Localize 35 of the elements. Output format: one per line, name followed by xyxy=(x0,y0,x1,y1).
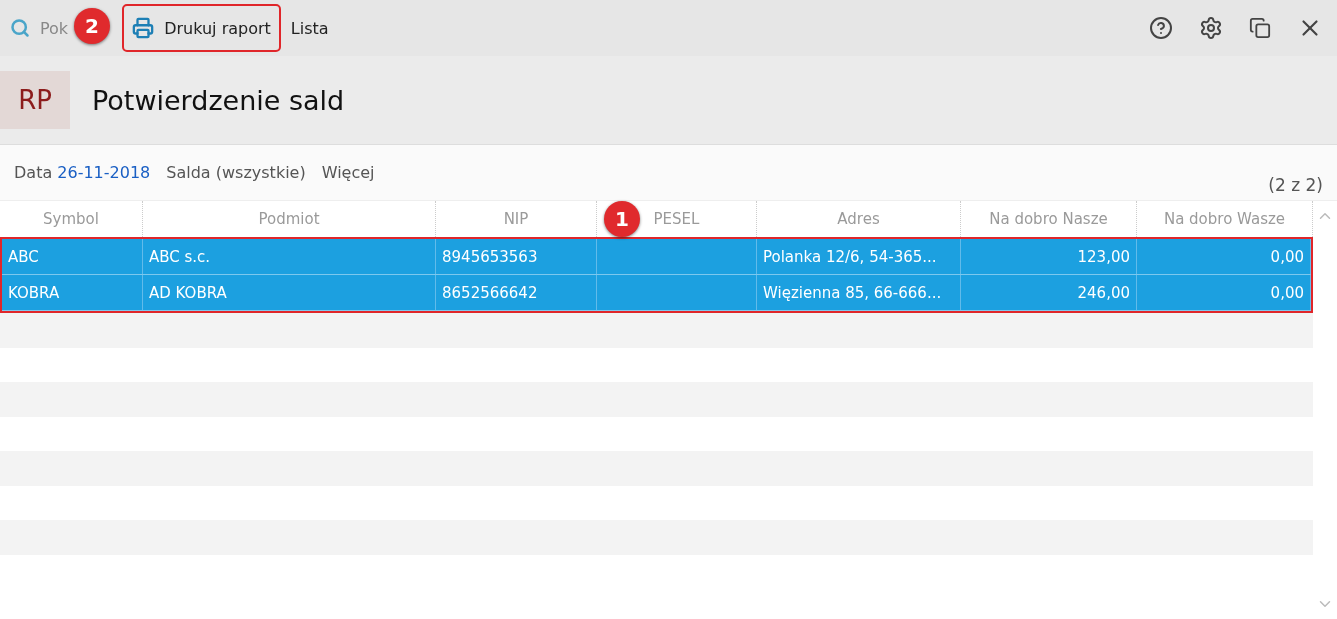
column-header[interactable]: Adres xyxy=(757,201,961,237)
column-header[interactable]: Na dobro Wasze xyxy=(1137,201,1313,237)
column-header[interactable]: Podmiot xyxy=(143,201,436,237)
table-cell: 0,00 xyxy=(1137,275,1311,310)
table-cell: 246,00 xyxy=(961,275,1137,310)
record-count: (2 z 2) xyxy=(1268,175,1323,195)
column-header[interactable]: NIP xyxy=(436,201,597,237)
page-title: Potwierdzenie sald xyxy=(92,84,345,116)
table-cell: 8945653563 xyxy=(436,239,597,274)
print-report-button[interactable]: Drukuj raport xyxy=(122,4,281,52)
table-row[interactable]: KOBRA AD KOBRA 8652566642 Więzienna 85, 66-666... 246,00 0,00 xyxy=(2,275,1311,311)
list-button[interactable]: Lista xyxy=(290,18,329,38)
search-label[interactable]: Pok xyxy=(40,18,69,38)
column-header[interactable]: Na dobro Nasze xyxy=(961,201,1137,237)
restore-button[interactable] xyxy=(1249,17,1271,39)
table-cell: 123,00 xyxy=(961,239,1137,274)
table-cell: AD KOBRA xyxy=(143,275,436,310)
table-cell: 0,00 xyxy=(1137,239,1311,274)
table-cell: ABC s.c. xyxy=(143,239,436,274)
annotation-badge: 1 xyxy=(604,201,640,237)
table-cell: Więzienna 85, 66-666... xyxy=(757,275,961,310)
more-filter[interactable]: Więcej xyxy=(321,163,375,182)
date-label: Data 26-11-2018 xyxy=(14,163,151,182)
table-cell: Polanka 12/6, 54-365... xyxy=(757,239,961,274)
table-cell: KOBRA xyxy=(2,275,143,310)
table-cell: 8652566642 xyxy=(436,275,597,310)
module-badge: RP xyxy=(0,71,70,129)
table-row[interactable]: ABC ABC s.c. 8945653563 Polanka 12/6, 54-365... 123,00 0,00 xyxy=(2,239,1311,275)
table-cell: ABC xyxy=(2,239,143,274)
help-button[interactable] xyxy=(1149,16,1173,40)
printer-icon xyxy=(132,17,155,39)
column-header[interactable]: Symbol xyxy=(0,201,143,237)
annotation-badge: 2 xyxy=(74,8,110,44)
settings-button[interactable] xyxy=(1199,16,1223,40)
balances-filter[interactable]: Salda (wszystkie) xyxy=(166,163,306,182)
